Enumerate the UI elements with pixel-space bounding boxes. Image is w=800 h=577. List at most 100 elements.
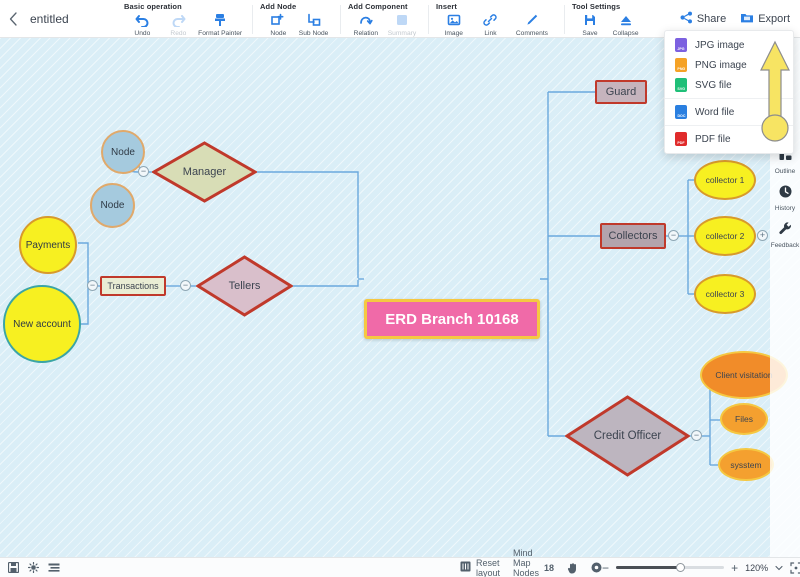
- format-painter-button[interactable]: Format Painter: [196, 12, 244, 37]
- mindmap-node-collectors[interactable]: Collectors: [600, 223, 666, 249]
- mindmap-node-node-second[interactable]: Node: [90, 183, 135, 228]
- reset-layout-button[interactable]: Reset layout: [460, 558, 500, 577]
- export-button[interactable]: Export: [740, 11, 790, 27]
- node-label: Collectors: [608, 230, 658, 242]
- export-option-label: PNG image: [695, 59, 747, 71]
- insert-comments-label: Comments: [515, 30, 549, 37]
- mindmap-node-sysstem[interactable]: sysstem: [718, 448, 774, 481]
- collapse-label: Collapse: [613, 30, 639, 37]
- sidebar-item-feedback[interactable]: Feedback: [770, 221, 800, 249]
- collapse-toggle-manager[interactable]: −: [138, 166, 149, 177]
- statusbar-zoom-controls: − + 120%: [602, 561, 800, 575]
- mindmap-node-payments[interactable]: Payments: [19, 216, 77, 274]
- fit-screen-icon[interactable]: [790, 561, 800, 574]
- comment-pen-icon: [525, 12, 539, 28]
- sidebar-item-label: Feedback: [770, 242, 800, 249]
- settings-node-icon[interactable]: [28, 562, 39, 573]
- group-title: Basic operation: [124, 2, 182, 11]
- node-label: Node: [111, 146, 135, 158]
- add-sub-node-button[interactable]: Sub Node: [296, 12, 332, 37]
- toolbar-groups: Basic operation Undo Redo Format Painter…: [116, 0, 680, 37]
- mindmap-node-files[interactable]: Files: [720, 403, 768, 435]
- collapse-toggle-collector-2[interactable]: +: [757, 230, 768, 241]
- summary-button[interactable]: Summary: [384, 12, 420, 37]
- node-label: Transactions: [107, 281, 159, 291]
- jpg-file-icon: JPG: [675, 38, 687, 52]
- mindmap-node-manager[interactable]: Manager: [152, 141, 257, 203]
- add-node-icon: [271, 12, 285, 28]
- export-option-label: SVG file: [695, 79, 732, 91]
- zoom-level-value[interactable]: 120%: [745, 563, 768, 573]
- relation-arrow-icon: [359, 12, 373, 28]
- collapse-button[interactable]: Collapse: [608, 12, 644, 37]
- save-label: Save: [582, 30, 598, 37]
- undo-label: Undo: [134, 30, 150, 37]
- mindmap-node-tellers[interactable]: Tellers: [196, 255, 293, 317]
- group-title: Add Node: [260, 2, 297, 11]
- document-title[interactable]: entitled: [26, 0, 116, 37]
- focus-dot-icon[interactable]: [591, 562, 602, 573]
- group-title: Insert: [436, 2, 458, 11]
- mindmap-node-credit-officer[interactable]: Credit Officer: [565, 395, 690, 477]
- relation-label: Relation: [353, 30, 379, 37]
- node-label: Tellers: [228, 280, 261, 292]
- undo-button[interactable]: Undo: [124, 12, 160, 37]
- node-label: collector 3: [705, 289, 745, 299]
- export-folder-icon: [740, 11, 754, 27]
- toolbar-group-insert: Insert Image Link Comments: [428, 0, 564, 38]
- back-button[interactable]: [0, 0, 26, 37]
- feedback-wrench-icon: [778, 221, 793, 241]
- save-state-icon[interactable]: [8, 562, 19, 573]
- zoom-slider-knob[interactable]: [676, 563, 686, 572]
- collapse-toggle-collectors[interactable]: −: [668, 230, 679, 241]
- mindmap-app: entitled Basic operation Undo Redo Forma…: [0, 0, 800, 577]
- mindmap-node-collector-3[interactable]: collector 3: [694, 274, 756, 314]
- node-label: collector 1: [705, 175, 745, 185]
- node-label: collector 2: [705, 231, 745, 241]
- collapse-toggle-credit-officer[interactable]: −: [691, 430, 702, 441]
- mindmap-node-collector-2[interactable]: collector 2: [694, 216, 756, 256]
- share-button[interactable]: Share: [680, 11, 726, 27]
- sidebar-item-history[interactable]: History: [770, 184, 800, 212]
- node-label: Payments: [25, 239, 71, 251]
- node-label: Client visitation: [715, 370, 773, 380]
- mindmap-node-transactions[interactable]: Transactions: [100, 276, 166, 296]
- node-label: Credit Officer: [593, 430, 662, 442]
- export-option-label: JPG image: [695, 39, 745, 51]
- statusbar-left-tools: [0, 562, 60, 573]
- zoom-out-button[interactable]: −: [602, 561, 609, 575]
- add-sub-node-label: Sub Node: [299, 30, 329, 37]
- zoom-slider[interactable]: [616, 563, 725, 572]
- chevron-down-icon[interactable]: [775, 565, 783, 571]
- hand-tool-icon[interactable]: [567, 562, 578, 574]
- layout-lines-icon[interactable]: [48, 562, 60, 573]
- add-sub-node-icon: [307, 12, 321, 28]
- insert-image-button[interactable]: Image: [436, 12, 472, 37]
- mindmap-node-collector-1[interactable]: collector 1: [694, 160, 756, 200]
- node-count-value: 18: [544, 562, 555, 573]
- node-count-label: Mind Map Nodes :: [513, 547, 540, 577]
- redo-button[interactable]: Redo: [160, 12, 196, 37]
- mindmap-node-new-account[interactable]: New account: [3, 285, 81, 363]
- format-painter-icon: [213, 12, 227, 28]
- insert-comments-button[interactable]: Comments: [508, 12, 556, 37]
- save-button[interactable]: Save: [572, 12, 608, 37]
- export-option-label: Word file: [695, 106, 735, 118]
- redo-arrow-icon: [171, 12, 186, 28]
- insert-link-label: Link: [483, 30, 497, 37]
- zoom-in-button[interactable]: +: [731, 561, 738, 575]
- link-chain-icon: [483, 12, 497, 28]
- node-label: sysstem: [730, 459, 762, 470]
- insert-link-button[interactable]: Link: [472, 12, 508, 37]
- node-label: Node: [100, 200, 125, 211]
- mindmap-central-node[interactable]: ERD Branch 10168: [364, 299, 540, 339]
- add-node-button[interactable]: Node: [260, 12, 296, 37]
- history-clock-icon: [778, 184, 793, 204]
- collapse-toggle-transactions[interactable]: −: [87, 280, 98, 291]
- pdf-file-icon: PDF: [675, 132, 687, 146]
- toolbar-group-basic-operation: Basic operation Undo Redo Format Painter: [116, 0, 252, 38]
- relation-button[interactable]: Relation: [348, 12, 384, 37]
- mindmap-node-guard[interactable]: Guard: [595, 80, 647, 104]
- collapse-toggle-tellers[interactable]: −: [180, 280, 191, 291]
- group-title: Tool Settings: [572, 2, 621, 11]
